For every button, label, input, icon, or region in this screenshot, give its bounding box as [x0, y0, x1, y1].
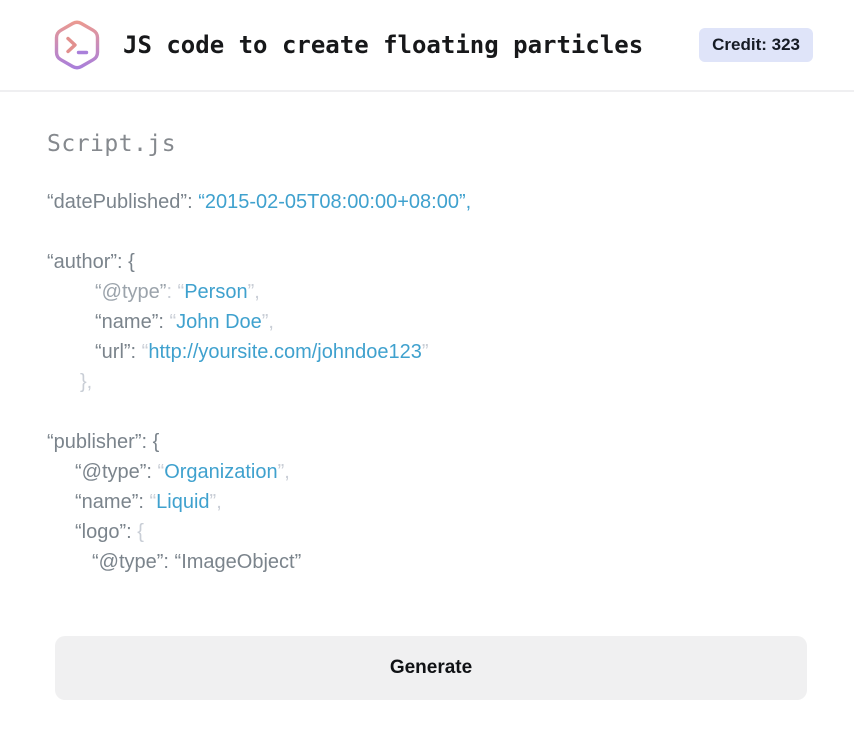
code-token-key: “logo”:: [75, 521, 138, 543]
code-token-punct: ”,: [247, 281, 260, 303]
code-token-punct: ”,: [277, 461, 290, 483]
main-content: Script.js “datePublished”: “2015-02-05T0…: [0, 131, 854, 700]
code-line: “author”: {: [47, 247, 807, 277]
code-line: “name”: “Liquid”,: [47, 487, 807, 517]
code-token-key: “datePublished”:: [47, 191, 199, 213]
code-line: “publisher”: {: [47, 427, 807, 457]
code-line: “@type”: “ImageObject”: [47, 547, 807, 577]
app-window: JS code to create floating particles Cre…: [0, 0, 854, 748]
button-row: Generate: [47, 636, 807, 700]
code-token-key: “@type”:: [75, 461, 158, 483]
code-token-key: “url”:: [95, 341, 142, 363]
code-token-val: “2015-02-05T08:00:00+08:00”,: [198, 191, 472, 213]
code-token-val: Person: [184, 281, 248, 303]
code-token-key: “name”:: [95, 311, 170, 333]
code-token-val: Organization: [164, 461, 278, 483]
code-filename: Script.js: [47, 131, 177, 157]
code-block: “datePublished”: “2015-02-05T08:00:00+08…: [47, 187, 807, 577]
header: JS code to create floating particles Cre…: [0, 0, 854, 92]
code-token-val: http://yoursite.com/johndoe123: [148, 341, 422, 363]
code-token-punct: ”: [421, 341, 429, 363]
code-token-key: “author”: {: [47, 251, 135, 273]
code-line: “logo”: {: [47, 517, 807, 547]
code-token-key: “publisher”: {: [47, 431, 160, 453]
terminal-hexagon-icon: [53, 18, 101, 72]
code-line: “name”: “John Doe”,: [47, 307, 807, 337]
code-line: “datePublished”: “2015-02-05T08:00:00+08…: [47, 187, 807, 217]
code-token-key: “name”:: [75, 491, 150, 513]
code-token-val: Liquid: [156, 491, 210, 513]
code-token-dim: “@type”: [95, 281, 167, 303]
code-token-val: John Doe: [176, 311, 262, 333]
code-line: “@type”: “Organization”,: [47, 457, 807, 487]
code-token-punct: : “: [166, 281, 185, 303]
code-line: },: [47, 367, 807, 397]
code-token-punct: {: [137, 521, 144, 543]
credit-badge: Credit: 323: [699, 28, 813, 62]
code-token-punct: },: [80, 371, 93, 393]
code-line: “@type”: “Person”,: [47, 277, 807, 307]
code-line: “url”: “http://yoursite.com/johndoe123”: [47, 337, 807, 367]
generate-button[interactable]: Generate: [55, 636, 807, 700]
code-token-punct: ”,: [209, 491, 222, 513]
page-title: JS code to create floating particles: [123, 31, 644, 59]
code-token-key: “@type”: “ImageObject”: [92, 551, 302, 573]
code-token-punct: ”,: [261, 311, 274, 333]
